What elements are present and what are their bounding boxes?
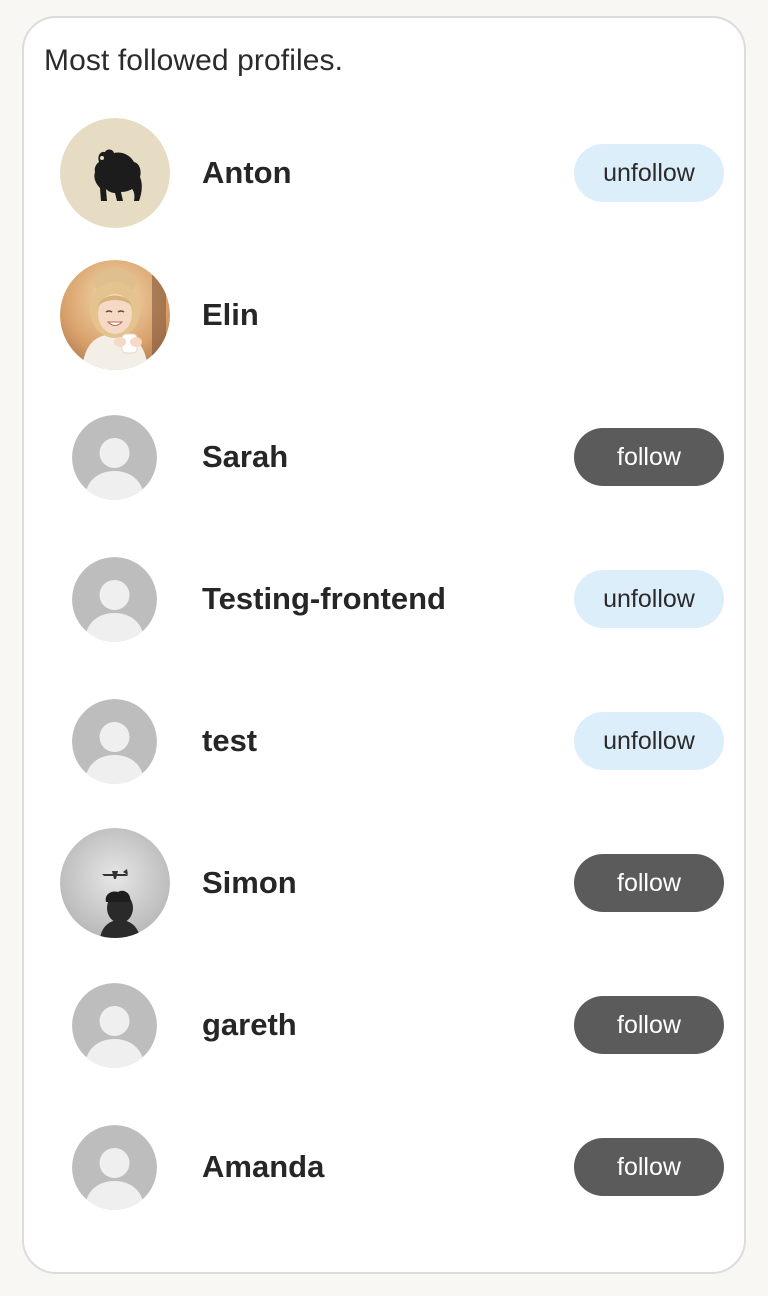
follow-button[interactable]: follow bbox=[574, 996, 724, 1054]
profile-name[interactable]: Simon bbox=[202, 864, 297, 902]
profile-row-testing-frontend: Testing-frontend unfollow bbox=[24, 544, 744, 654]
profile-row-gareth: gareth follow bbox=[24, 970, 744, 1080]
avatar-test[interactable] bbox=[72, 699, 157, 784]
profile-name[interactable]: Testing-frontend bbox=[202, 580, 446, 618]
most-followed-card: Most followed profiles. Anton unfollow E… bbox=[22, 16, 746, 1274]
profile-name[interactable]: Elin bbox=[202, 296, 259, 334]
avatar-elin[interactable] bbox=[60, 260, 170, 370]
profile-row-test: test unfollow bbox=[24, 686, 744, 796]
default-user-avatar-icon bbox=[72, 415, 157, 500]
avatar-anton[interactable] bbox=[60, 118, 170, 228]
profile-list: Anton unfollow Elin Sarah follow Testing… bbox=[24, 18, 744, 1272]
profile-name[interactable]: Anton bbox=[202, 154, 292, 192]
silhouette-photo-avatar-icon bbox=[60, 828, 170, 938]
unfollow-button[interactable]: unfollow bbox=[574, 570, 724, 628]
avatar-testing-frontend[interactable] bbox=[72, 557, 157, 642]
profile-row-sarah: Sarah follow bbox=[24, 402, 744, 512]
unfollow-button[interactable]: unfollow bbox=[574, 712, 724, 770]
profile-row-simon: Simon follow bbox=[24, 828, 744, 938]
default-user-avatar-icon bbox=[72, 557, 157, 642]
default-user-avatar-icon bbox=[72, 983, 157, 1068]
avatar-sarah[interactable] bbox=[72, 415, 157, 500]
avatar-simon[interactable] bbox=[60, 828, 170, 938]
profile-name[interactable]: Amanda bbox=[202, 1148, 324, 1186]
unfollow-button[interactable]: unfollow bbox=[574, 144, 724, 202]
follow-button[interactable]: follow bbox=[574, 428, 724, 486]
bear-avatar-icon bbox=[60, 118, 170, 228]
profile-name[interactable]: gareth bbox=[202, 1006, 297, 1044]
profile-row-elin: Elin bbox=[24, 260, 744, 370]
default-user-avatar-icon bbox=[72, 699, 157, 784]
avatar-gareth[interactable] bbox=[72, 983, 157, 1068]
default-user-avatar-icon bbox=[72, 1125, 157, 1210]
follow-button[interactable]: follow bbox=[574, 1138, 724, 1196]
profile-row-anton: Anton unfollow bbox=[24, 118, 744, 228]
profile-name[interactable]: Sarah bbox=[202, 438, 288, 476]
profile-row-amanda: Amanda follow bbox=[24, 1112, 744, 1222]
profile-name[interactable]: test bbox=[202, 722, 257, 760]
follow-button[interactable]: follow bbox=[574, 854, 724, 912]
illustrated-portrait-avatar-icon bbox=[60, 260, 170, 370]
avatar-amanda[interactable] bbox=[72, 1125, 157, 1210]
